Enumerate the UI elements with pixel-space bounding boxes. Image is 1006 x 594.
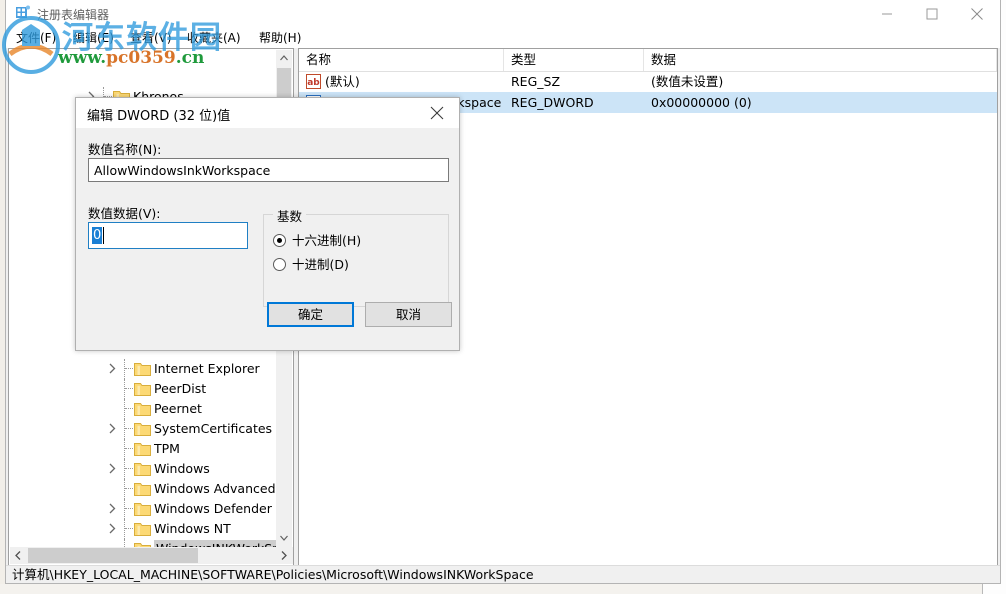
registry-editor-icon — [15, 5, 31, 21]
value-row[interactable]: ab (默认) REG_SZ (数值未设置) — [299, 71, 997, 92]
menu-item-1[interactable]: 编辑(E) — [68, 29, 119, 47]
tree-item-label: SystemCertificates — [154, 421, 273, 436]
tree-item-windowsinkworksp[interactable]: WindowsINKWorkSp — [9, 539, 278, 547]
menu-item-2[interactable]: 查看(V) — [125, 29, 177, 47]
radio-decimal-label: 十进制(D) — [292, 257, 349, 272]
tree-item-windows-nt[interactable]: Windows NT — [9, 519, 278, 539]
tree-item-label: Windows NT — [154, 521, 231, 536]
dialog-title-bar: 编辑 DWORD (32 位)值 — [76, 98, 459, 128]
folder-icon — [134, 441, 151, 456]
value-type-cell: REG_SZ — [511, 74, 561, 89]
tree-item-systemcertificates[interactable]: SystemCertificates — [9, 419, 278, 439]
tree-item-label: Windows — [154, 461, 210, 476]
radio-hexadecimal-label: 十六进制(H) — [292, 233, 362, 248]
menu-bar: 文件(F) 编辑(E) 查看(V) 收藏夹(A) 帮助(H) — [6, 28, 1000, 48]
chevron-right-icon[interactable] — [108, 503, 120, 515]
cancel-button[interactable]: 取消 — [365, 302, 452, 327]
tree-item-internet-explorer[interactable]: Internet Explorer — [9, 359, 278, 379]
folder-icon — [134, 461, 151, 476]
registry-path-status: 计算机\HKEY_LOCAL_MACHINE\SOFTWARE\Policies… — [12, 567, 534, 582]
value-data-text: 0 — [92, 227, 103, 244]
folder-icon — [134, 481, 151, 496]
tree-item-label: WindowsINKWorkSp — [154, 540, 278, 547]
tree-item-windows-advanced-t[interactable]: Windows Advanced T — [9, 479, 278, 499]
tree-connector-line — [124, 539, 126, 547]
window-title: 注册表编辑器 — [37, 8, 110, 22]
folder-icon — [134, 421, 151, 436]
dialog-close-button[interactable] — [415, 98, 459, 128]
radix-group-box — [263, 214, 449, 307]
string-value-icon: ab — [306, 74, 321, 89]
chevron-right-icon[interactable] — [108, 363, 120, 375]
title-bar: 注册表编辑器 — [6, 0, 1000, 28]
folder-icon — [134, 501, 151, 516]
value-name-label: 数值名称(N): — [88, 142, 162, 157]
tree-item-peernet[interactable]: Peernet — [9, 399, 278, 419]
menu-item-4[interactable]: 帮助(H) — [254, 29, 306, 47]
tree-item-label: TPM — [154, 441, 180, 456]
value-data-cell: (数值未设置) — [651, 74, 724, 89]
list-column-headers: 名称 类型 数据 — [299, 49, 997, 72]
tree-item-label: Windows Defender — [154, 501, 272, 516]
scroll-down-button[interactable] — [276, 530, 292, 547]
folder-icon — [134, 521, 151, 536]
radix-group-label: 基数 — [273, 206, 307, 225]
scroll-right-button[interactable] — [276, 547, 293, 564]
radio-decimal-mark — [273, 258, 286, 271]
folder-icon — [134, 401, 151, 416]
value-data-cell: 0x00000000 (0) — [651, 95, 752, 110]
chevron-right-icon[interactable] — [108, 523, 120, 535]
tree-item-label: PeerDist — [154, 381, 207, 396]
folder-icon — [134, 361, 151, 376]
status-bar: 计算机\HKEY_LOCAL_MACHINE\SOFTWARE\Policies… — [6, 565, 1000, 583]
menu-item-0[interactable]: 文件(F) — [11, 29, 61, 47]
column-header-1[interactable]: 类型 — [504, 49, 644, 71]
value-type-cell: REG_DWORD — [511, 95, 594, 110]
tree-item-tpm[interactable]: TPM — [9, 439, 278, 459]
maximize-button[interactable] — [909, 0, 954, 28]
menu-item-3[interactable]: 收藏夹(A) — [182, 29, 246, 47]
value-data-label: 数值数据(V): — [88, 206, 161, 221]
dialog-title: 编辑 DWORD (32 位)值 — [87, 109, 231, 124]
value-name-cell: (默认) — [325, 74, 360, 89]
minimize-button[interactable] — [864, 0, 909, 28]
text-caret — [103, 227, 104, 244]
background-bottom-strip — [0, 584, 1006, 594]
tree-hscroll-thumb[interactable] — [28, 548, 198, 563]
column-header-0[interactable]: 名称 — [299, 49, 504, 71]
tree-item-label: Windows Advanced T — [154, 481, 278, 496]
close-button[interactable] — [954, 0, 999, 28]
ok-button[interactable]: 确定 — [267, 302, 354, 327]
scroll-left-button[interactable] — [10, 547, 27, 564]
scroll-up-button[interactable] — [276, 50, 292, 67]
chevron-right-icon[interactable] — [108, 423, 120, 435]
edit-dword-dialog: 编辑 DWORD (32 位)值 数值名称(N): 数值数据(V): 0 基数 … — [75, 97, 460, 351]
chevron-right-icon[interactable] — [108, 463, 120, 475]
folder-icon — [134, 381, 151, 396]
column-header-2[interactable]: 数据 — [644, 49, 997, 71]
tree-item-label: Internet Explorer — [154, 361, 260, 376]
value-data-input[interactable]: 0 — [88, 222, 248, 249]
tree-item-windows[interactable]: Windows — [9, 459, 278, 479]
value-name-input[interactable] — [88, 158, 449, 182]
tree-item-peerdist[interactable]: PeerDist — [9, 379, 278, 399]
registry-editor-window: 注册表编辑器 文件(F)编辑(E)查看(V)收藏夹(A)帮助(H) Khrono… — [5, 0, 1001, 584]
tree-item-label: Peernet — [154, 401, 202, 416]
tree-horizontal-scrollbar[interactable] — [10, 547, 293, 564]
radio-hexadecimal-mark — [273, 234, 286, 247]
svg-text:ab: ab — [307, 78, 320, 88]
tree-item-windows-defender[interactable]: Windows Defender — [9, 499, 278, 519]
